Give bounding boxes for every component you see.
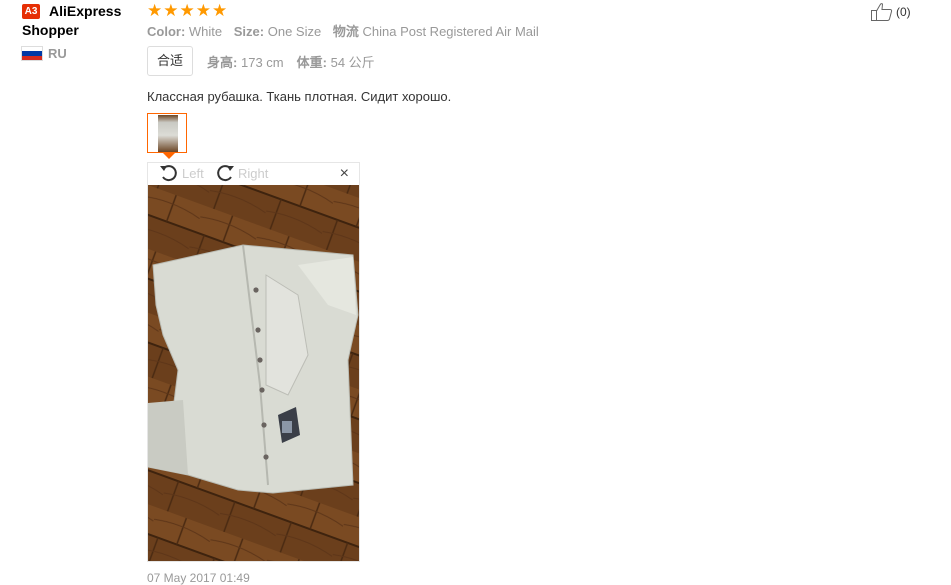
reviewer-name-line2: Shopper: [22, 22, 79, 38]
reviewer-info: A3 AliExpress Shopper RU: [22, 2, 142, 61]
review-body: ★ ★ ★ ★ ★ Color: White Size: One Size 物流…: [147, 0, 927, 105]
color-attribute: Color: White: [147, 24, 223, 39]
rotate-left-label: Left: [182, 165, 204, 181]
star-icon: ★: [163, 0, 179, 20]
russia-flag-icon: [22, 47, 42, 60]
reviewer-country: RU: [48, 46, 67, 61]
rotate-right-icon: [217, 165, 234, 182]
helpful-count: (0): [896, 5, 911, 19]
photo-viewer: Left Right ×: [147, 162, 360, 562]
star-icon: ★: [195, 0, 211, 20]
reviewer-name-line1: AliExpress: [49, 3, 122, 19]
weight-attribute: 体重: 54 公斤: [296, 54, 375, 70]
thumbs-up-icon: [871, 3, 893, 21]
order-attributes: Color: White Size: One Size 物流 China Pos…: [147, 23, 927, 40]
star-icon: ★: [212, 0, 228, 20]
buyer-level-badge: A3: [22, 3, 40, 19]
rotate-right-label: Right: [238, 165, 269, 181]
rotate-left-button[interactable]: Left: [158, 163, 204, 183]
shipping-attribute: 物流 China Post Registered Air Mail: [332, 24, 539, 39]
rotate-right-button[interactable]: Right: [214, 163, 268, 183]
review-photo-thumbnail[interactable]: [147, 113, 187, 153]
review-text: Классная рубашка. Ткань плотная. Сидит х…: [147, 89, 452, 104]
fit-info: 合适 身高: 173 cm 体重: 54 公斤: [147, 46, 927, 76]
star-icon: ★: [179, 0, 195, 20]
size-attribute: Size: One Size: [233, 24, 322, 39]
thumbnail-pointer-icon: [163, 153, 175, 159]
star-rating: ★ ★ ★ ★ ★: [147, 1, 927, 19]
star-icon: ★: [147, 0, 163, 20]
close-viewer-button[interactable]: ×: [340, 166, 349, 182]
helpful-button[interactable]: (0): [870, 2, 911, 22]
shirt-photo-image: [148, 185, 359, 561]
thumbnail-image: [158, 115, 178, 152]
rotate-left-icon: [160, 165, 177, 182]
review-photo: [148, 185, 359, 561]
viewer-toolbar: Left Right ×: [148, 163, 359, 185]
height-attribute: 身高: 173 cm: [207, 54, 284, 70]
fit-badge: 合适: [147, 46, 194, 76]
